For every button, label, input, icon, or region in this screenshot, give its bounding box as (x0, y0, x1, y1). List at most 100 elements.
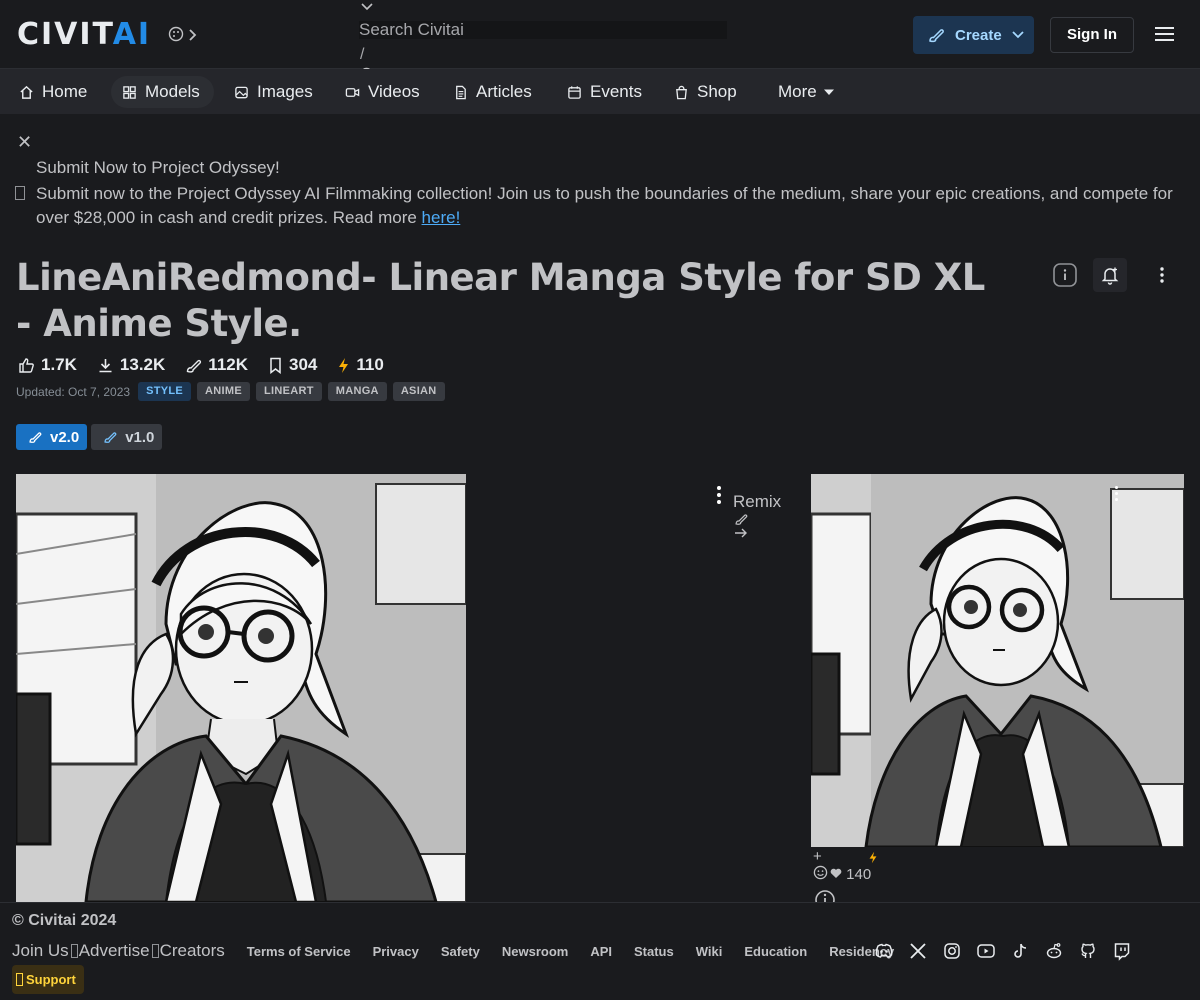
footer-creators-link[interactable]: Creators (160, 941, 225, 961)
tag-anime[interactable]: ANIME (197, 382, 250, 401)
photo-icon (235, 86, 248, 98)
bolt-icon (339, 357, 349, 373)
footer-newsroom-link[interactable]: Newsroom (502, 944, 568, 959)
footer-education-link[interactable]: Education (744, 944, 807, 959)
model-title: LineAniRedmond- Linear Manga Style for S… (16, 256, 985, 345)
nav-home[interactable]: Home (11, 76, 95, 108)
twitch-icon[interactable] (1112, 941, 1132, 961)
footer-api-link[interactable]: API (590, 944, 612, 959)
notify-button[interactable] (1093, 258, 1127, 292)
manga-girl-illustration (811, 474, 1184, 847)
stat-bookmarks: 304 (268, 355, 317, 375)
nav-events[interactable]: Events (559, 76, 650, 108)
instagram-icon[interactable] (942, 941, 962, 961)
footer-links: Join Us Advertise Creators Terms of Serv… (12, 940, 894, 962)
youtube-icon[interactable] (976, 941, 996, 961)
caret-down-icon (823, 89, 834, 95)
thumbs-up-icon (19, 357, 34, 373)
chevron-down-icon (1012, 31, 1024, 39)
support-icon (16, 973, 23, 986)
footer-wiki-link[interactable]: Wiki (696, 944, 723, 959)
search-input[interactable] (359, 21, 727, 39)
home-icon (20, 85, 33, 99)
support-button[interactable]: Support (12, 965, 84, 994)
nav-videos[interactable]: Videos (337, 76, 428, 108)
footer-advertise-link[interactable]: Advertise (79, 941, 150, 961)
nav-articles[interactable]: Articles (445, 76, 540, 108)
stat-downloads: 13.2K (97, 355, 165, 375)
vertical-dots-icon[interactable] (714, 486, 724, 507)
video-icon (345, 87, 360, 97)
tag-manga[interactable]: MANGA (327, 382, 387, 401)
social-links (874, 941, 1132, 961)
footer-join-us-link[interactable]: Join Us (12, 941, 69, 961)
info-icon (1053, 263, 1077, 287)
version-v1-button[interactable]: v1.0 (91, 424, 163, 450)
x-icon[interactable] (908, 941, 928, 961)
brush-icon (735, 514, 748, 525)
nav-more[interactable]: More (770, 76, 843, 108)
nav-models[interactable]: Models (111, 76, 214, 108)
nav-images[interactable]: Images (226, 76, 321, 108)
add-reaction-icon[interactable]: + (813, 848, 822, 865)
external-link-icon (151, 944, 159, 958)
tag-style[interactable]: STYLE (138, 382, 192, 401)
footer-privacy-link[interactable]: Privacy (373, 944, 419, 959)
footer-status-link[interactable]: Status (634, 944, 674, 959)
brush-icon (104, 432, 117, 443)
discord-icon[interactable] (874, 941, 894, 961)
nav-shop[interactable]: Shop (666, 76, 745, 108)
version-v2-button[interactable]: v2.0 (16, 424, 88, 450)
announcement-icon (15, 186, 25, 200)
github-icon[interactable] (1078, 941, 1098, 961)
bell-plus-icon (1101, 267, 1119, 285)
arrow-right-icon (735, 528, 747, 538)
stat-generations: 112K (185, 355, 248, 375)
footer-terms-link[interactable]: Terms of Service (247, 944, 351, 959)
banner-text: Submit now to the Project Odyssey AI Fil… (36, 184, 1173, 227)
hamburger-menu-icon[interactable] (1155, 27, 1174, 42)
sign-in-button[interactable]: Sign In (1050, 17, 1134, 53)
bolt-icon[interactable] (868, 851, 878, 864)
chevron-right-icon (189, 29, 197, 41)
grid-icon (123, 85, 136, 99)
stat-likes: 1.7K (18, 355, 77, 375)
gallery-image-main[interactable] (16, 474, 466, 902)
palette-icon (168, 26, 184, 42)
heart-icon (830, 868, 842, 878)
model-stats: 1.7K 13.2K 112K 304 110 (18, 355, 404, 375)
model-info-button[interactable] (1048, 258, 1082, 292)
civitai-logo[interactable]: CIVITAI (17, 20, 151, 50)
brush-icon (187, 359, 202, 373)
copyright: © Civitai 2024 (12, 912, 117, 929)
vertical-dots-icon[interactable] (1115, 486, 1118, 504)
brush-icon (929, 29, 944, 43)
stat-buzz: 110 (337, 355, 384, 375)
manga-girl-illustration (16, 474, 466, 902)
download-icon (99, 358, 112, 372)
image-reactions: + 140 (813, 848, 933, 904)
reddit-icon[interactable] (1044, 941, 1064, 961)
banner-read-more-link[interactable]: here! (422, 208, 461, 227)
footer-safety-link[interactable]: Safety (441, 944, 480, 959)
search-shortcut-hint: / (360, 46, 365, 63)
calendar-icon (568, 85, 581, 99)
more-options-button[interactable] (1145, 258, 1179, 292)
remix-label: Remix (733, 492, 782, 511)
create-button[interactable]: Create (913, 16, 1034, 54)
tag-asian[interactable]: ASIAN (392, 382, 445, 401)
close-banner-icon[interactable]: ✕ (17, 132, 32, 153)
tag-lineart[interactable]: LINEART (255, 382, 322, 401)
banner-title: Submit Now to Project Odyssey! (36, 158, 280, 177)
version-selector: v2.0 v1.0 (16, 424, 163, 450)
footer: © Civitai 2024 Join Us Advertise Creator… (0, 902, 1200, 1000)
smile-icon[interactable] (813, 865, 828, 880)
chevron-down-icon[interactable] (360, 2, 374, 12)
brand-menu-toggle[interactable] (168, 26, 198, 46)
reaction-count: 140 (830, 866, 871, 883)
tiktok-icon[interactable] (1010, 941, 1030, 961)
create-label: Create (955, 27, 1002, 44)
gallery-image-secondary[interactable] (811, 474, 1184, 847)
file-icon (456, 85, 466, 99)
updated-date: Updated: Oct 7, 2023 (16, 384, 131, 399)
